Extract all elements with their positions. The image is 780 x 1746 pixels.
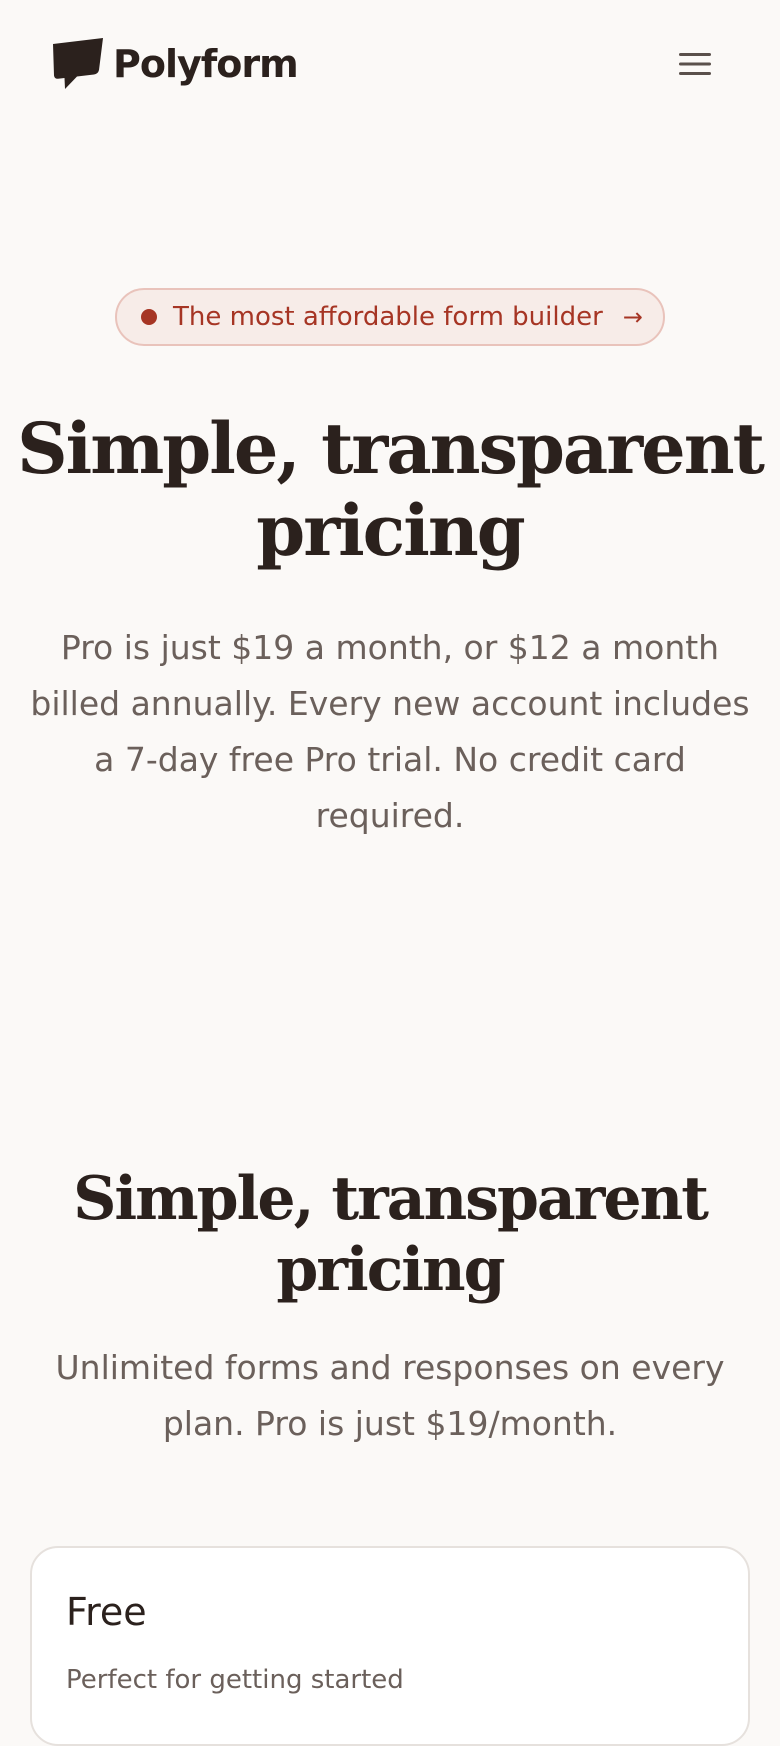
speech-bubble-logo-icon [53,38,103,89]
pricing-section-title: Simple, transparent pricing [73,1164,709,1305]
plan-card-free: Free Perfect for getting started [30,1546,750,1746]
arrow-right-icon: → [622,303,643,331]
site-header: Polyform [0,0,780,128]
plan-name: Free [66,1590,147,1634]
badge-text: The most affordable form builder [173,302,603,332]
menu-button[interactable] [670,44,720,84]
announcement-badge[interactable]: The most affordable form builder → [115,288,665,346]
hamburger-menu-icon [679,53,711,75]
brand-name: Polyform [113,42,299,86]
badge-dot [141,309,157,325]
hero-subtitle: Pro is just $19 a month, or $12 a month … [30,628,750,835]
brand-logo-link[interactable]: Polyform [51,38,299,90]
hero-title: Simple, transparent pricing [17,407,765,572]
pricing-section-subtitle: Unlimited forms and responses on every p… [55,1348,725,1443]
plan-description: Perfect for getting started [66,1665,404,1695]
